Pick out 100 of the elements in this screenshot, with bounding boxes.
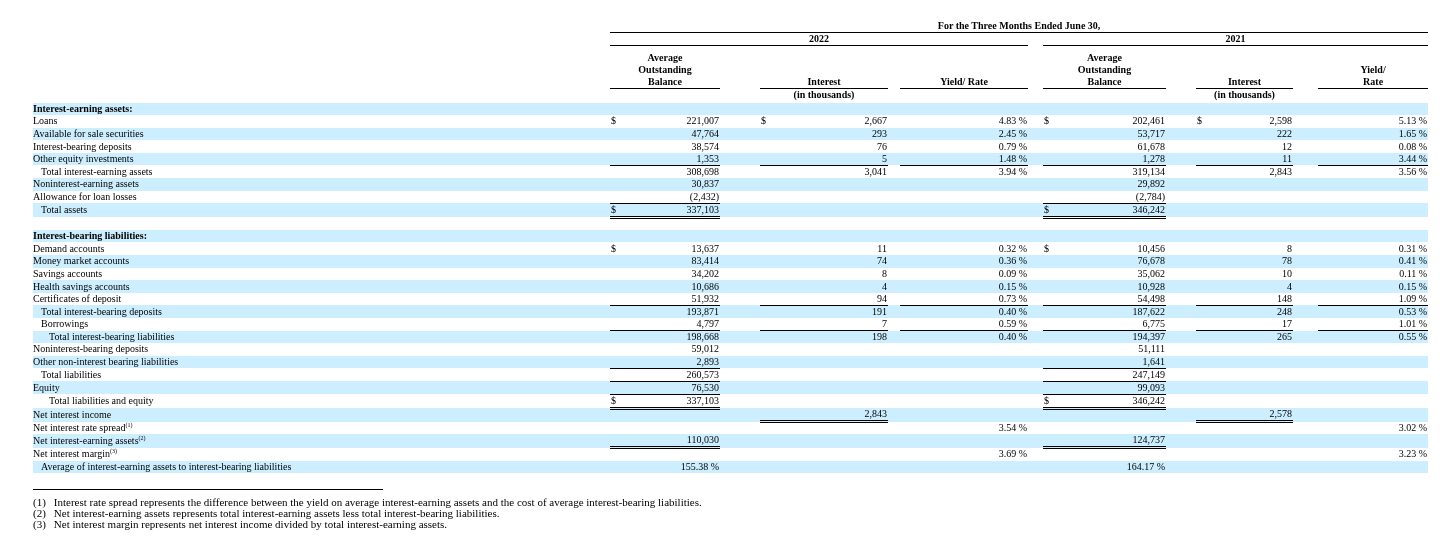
row-label: Health savings accounts xyxy=(33,280,130,292)
table-cell: 0.31 % xyxy=(1398,242,1428,254)
table-cell: 337,103 xyxy=(686,394,719,406)
table-cell: 11 xyxy=(1282,152,1292,164)
table-cell: 0.40 % xyxy=(998,331,1027,343)
table-cell: 6,775 xyxy=(1142,318,1165,330)
table-cell: 1.01 % xyxy=(1398,318,1428,330)
table-cell: 198 xyxy=(872,331,887,343)
table-cell: 319,134 xyxy=(1132,166,1165,177)
row-label: Noninterest-earning assets xyxy=(33,178,139,190)
row-label: Borrowings xyxy=(41,318,89,330)
table-cell: 0.55 % xyxy=(1398,331,1428,343)
table-cell: 47,764 xyxy=(691,128,719,139)
table-cell: 54,498 xyxy=(1137,292,1165,304)
table-cell: 76,530 xyxy=(691,381,719,393)
row-label: Demand accounts xyxy=(33,242,105,254)
table-cell: 4,797 xyxy=(696,318,719,330)
table-cell: 51,111 xyxy=(1138,343,1165,355)
table-cell: 0.15 % xyxy=(1398,280,1428,292)
row-label: Savings accounts xyxy=(33,267,103,279)
column-note: (in thousands) xyxy=(1214,88,1275,100)
currency-sign: $ xyxy=(611,242,616,255)
row-label: Total assets xyxy=(41,204,88,216)
table-cell: 110,030 xyxy=(686,434,719,446)
table-cell: 0.08 % xyxy=(1398,140,1428,152)
table-cell: 74 xyxy=(877,255,887,267)
currency-sign: $ xyxy=(1044,203,1049,216)
table-cell: 3.23 % xyxy=(1398,448,1428,460)
table-cell: 0.36 % xyxy=(998,255,1027,267)
row-label: Equity xyxy=(33,381,60,393)
row-label: Money market accounts xyxy=(33,255,130,267)
table-cell: 2,667 xyxy=(864,115,887,127)
table-cell: 265 xyxy=(1277,331,1292,343)
table-cell: 2.45 % xyxy=(998,128,1027,139)
year-header: 2022 xyxy=(610,32,1028,46)
table-cell: 248 xyxy=(1277,305,1292,317)
table-cell: 38,574 xyxy=(691,140,719,152)
table-cell: 1,641 xyxy=(1142,355,1165,367)
table-cell: 1,278 xyxy=(1142,152,1165,164)
year-header: 2021 xyxy=(1043,32,1429,46)
currency-sign: $ xyxy=(1044,242,1049,255)
row-label: Other equity investments xyxy=(33,153,134,165)
table-cell: 0.15 % xyxy=(998,280,1027,292)
footnote-marker: (1) xyxy=(33,497,46,509)
footnote-marker: (3) xyxy=(33,519,46,531)
table-cell: 29,892 xyxy=(1137,178,1165,190)
table-cell: 34,202 xyxy=(691,267,719,279)
row-label: Certificates of deposit xyxy=(33,293,122,305)
table-cell: 260,573 xyxy=(686,368,719,380)
row-label: Total liabilities and equity xyxy=(49,395,154,407)
row-label: Net interest margin$^{(3)}$ xyxy=(33,448,118,460)
table-cell: 346,242 xyxy=(1132,394,1165,406)
currency-sign: $ xyxy=(1197,115,1202,128)
table-cell: (2,432) xyxy=(689,190,719,202)
column-header: Yield/ Rate xyxy=(1318,51,1429,88)
table-cell: 4 xyxy=(1287,280,1292,292)
column-header: Interest xyxy=(760,51,888,88)
table-cell: 202,461 xyxy=(1132,115,1165,127)
table-cell: 51,932 xyxy=(691,292,719,304)
column-header: Interest xyxy=(1196,51,1293,88)
table-cell: 1.09 % xyxy=(1398,292,1428,304)
table-cell: 308,698 xyxy=(686,166,719,177)
table-cell: 5.13 % xyxy=(1398,115,1428,127)
table-cell: 7 xyxy=(882,318,887,330)
table-cell: 12 xyxy=(1282,140,1292,152)
table-cell: 4 xyxy=(882,280,887,292)
table-cell: 1,353 xyxy=(696,152,719,164)
row-label: Net interest income xyxy=(33,409,112,421)
table-cell: 11 xyxy=(877,242,887,254)
row-label: Allowance for loan losses xyxy=(33,190,137,202)
table-cell: 155.38 % xyxy=(680,460,719,472)
table-cell: 0.32 % xyxy=(998,242,1027,254)
table-cell: 13,637 xyxy=(691,242,719,254)
table-cell: 83,414 xyxy=(691,255,719,267)
table-cell: 124,737 xyxy=(1132,434,1165,446)
table-cell: 76,678 xyxy=(1137,255,1165,267)
table-cell: 8 xyxy=(882,267,887,279)
column-note: (in thousands) xyxy=(793,88,855,100)
row-label: Interest-bearing deposits xyxy=(33,140,132,152)
table-cell: 1.65 % xyxy=(1398,128,1428,139)
table-cell: 193,871 xyxy=(686,305,719,317)
row-label: Total interest-bearing deposits xyxy=(41,305,162,317)
row-label: Loans xyxy=(33,115,58,127)
table-cell: 3.69 % xyxy=(998,448,1027,460)
footnote-text: Interest rate spread represents the difference between the yield on average interest-earning assets and the cost of average interest-bearing liabilities. xyxy=(53,497,702,509)
table-cell: 148 xyxy=(1277,292,1292,304)
table-cell: 2,598 xyxy=(1269,115,1292,127)
column-header: Average Outstanding Balance xyxy=(610,51,720,88)
table-cell: 61,678 xyxy=(1137,140,1165,152)
table-cell: 0.11 % xyxy=(1399,267,1428,279)
currency-sign: $ xyxy=(1044,115,1049,128)
table-cell: 53,717 xyxy=(1137,128,1165,139)
row-label: Net interest-earning assets$^{(2)}$ xyxy=(33,435,146,447)
currency-sign: $ xyxy=(611,115,616,128)
table-cell: 3.02 % xyxy=(1398,422,1428,434)
row-label: Noninterest-bearing deposits xyxy=(33,343,149,355)
table-cell: 187,622 xyxy=(1132,305,1165,317)
row-label: Total liabilities xyxy=(41,368,102,380)
table-cell: 30,837 xyxy=(691,178,719,190)
table-cell: 247,149 xyxy=(1132,368,1165,380)
